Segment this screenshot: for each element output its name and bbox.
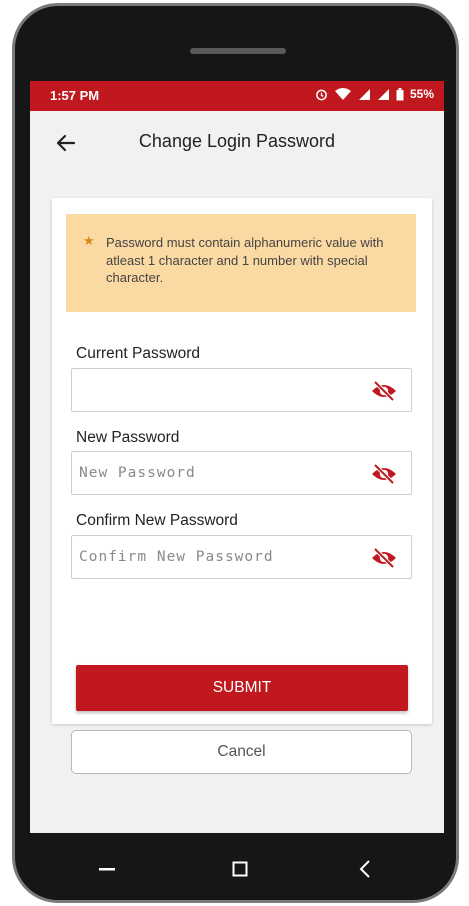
form-card: ★ Password must contain alphanumeric val… (52, 198, 432, 774)
phone-frame: 1:57 PM 55% Change Login Password ★ Pass… (12, 3, 459, 903)
new-password-input[interactable] (72, 452, 369, 494)
phone-speaker (190, 48, 286, 54)
current-password-label: Current Password (76, 345, 201, 362)
current-password-input[interactable] (72, 369, 369, 411)
recent-apps-icon[interactable] (92, 857, 122, 881)
confirm-password-input[interactable] (72, 536, 369, 578)
status-icons: 55% (315, 87, 434, 101)
password-rules-notice: ★ Password must contain alphanumeric val… (66, 214, 416, 312)
new-password-label: New Password (76, 429, 180, 446)
submit-button[interactable]: SUBMIT (76, 665, 408, 711)
confirm-password-label: Confirm New Password (76, 512, 238, 529)
home-icon[interactable] (225, 857, 255, 881)
star-icon: ★ (83, 233, 95, 248)
page-title: Change Login Password (138, 131, 336, 151)
eye-off-icon[interactable] (371, 547, 397, 569)
alarm-icon (316, 89, 327, 100)
confirm-password-field (71, 535, 412, 579)
signal-icon (358, 88, 370, 100)
current-password-field (71, 368, 412, 412)
app-bar: Change Login Password (30, 111, 444, 173)
wifi-icon (334, 87, 351, 100)
new-password-field (71, 451, 412, 495)
navigation-bar (15, 833, 456, 900)
status-bar: 1:57 PM 55% (30, 81, 444, 111)
status-time: 1:57 PM (50, 88, 100, 103)
battery-percent: 55% (409, 87, 434, 101)
back-icon[interactable] (351, 857, 381, 881)
eye-off-icon[interactable] (371, 380, 397, 402)
cancel-button[interactable]: Cancel (71, 730, 412, 774)
signal-icon (377, 88, 389, 100)
eye-off-icon[interactable] (371, 463, 397, 485)
notice-text: Password must contain alphanumeric value… (106, 235, 384, 285)
screen: 1:57 PM 55% Change Login Password ★ Pass… (30, 81, 444, 833)
battery-icon (396, 87, 404, 100)
